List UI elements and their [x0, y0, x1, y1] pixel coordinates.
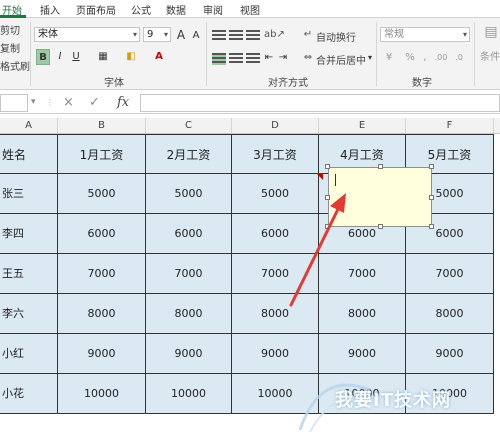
watermark: 我要IT技术网: [280, 360, 500, 433]
watermark-text: 我要IT技术网: [335, 390, 451, 411]
